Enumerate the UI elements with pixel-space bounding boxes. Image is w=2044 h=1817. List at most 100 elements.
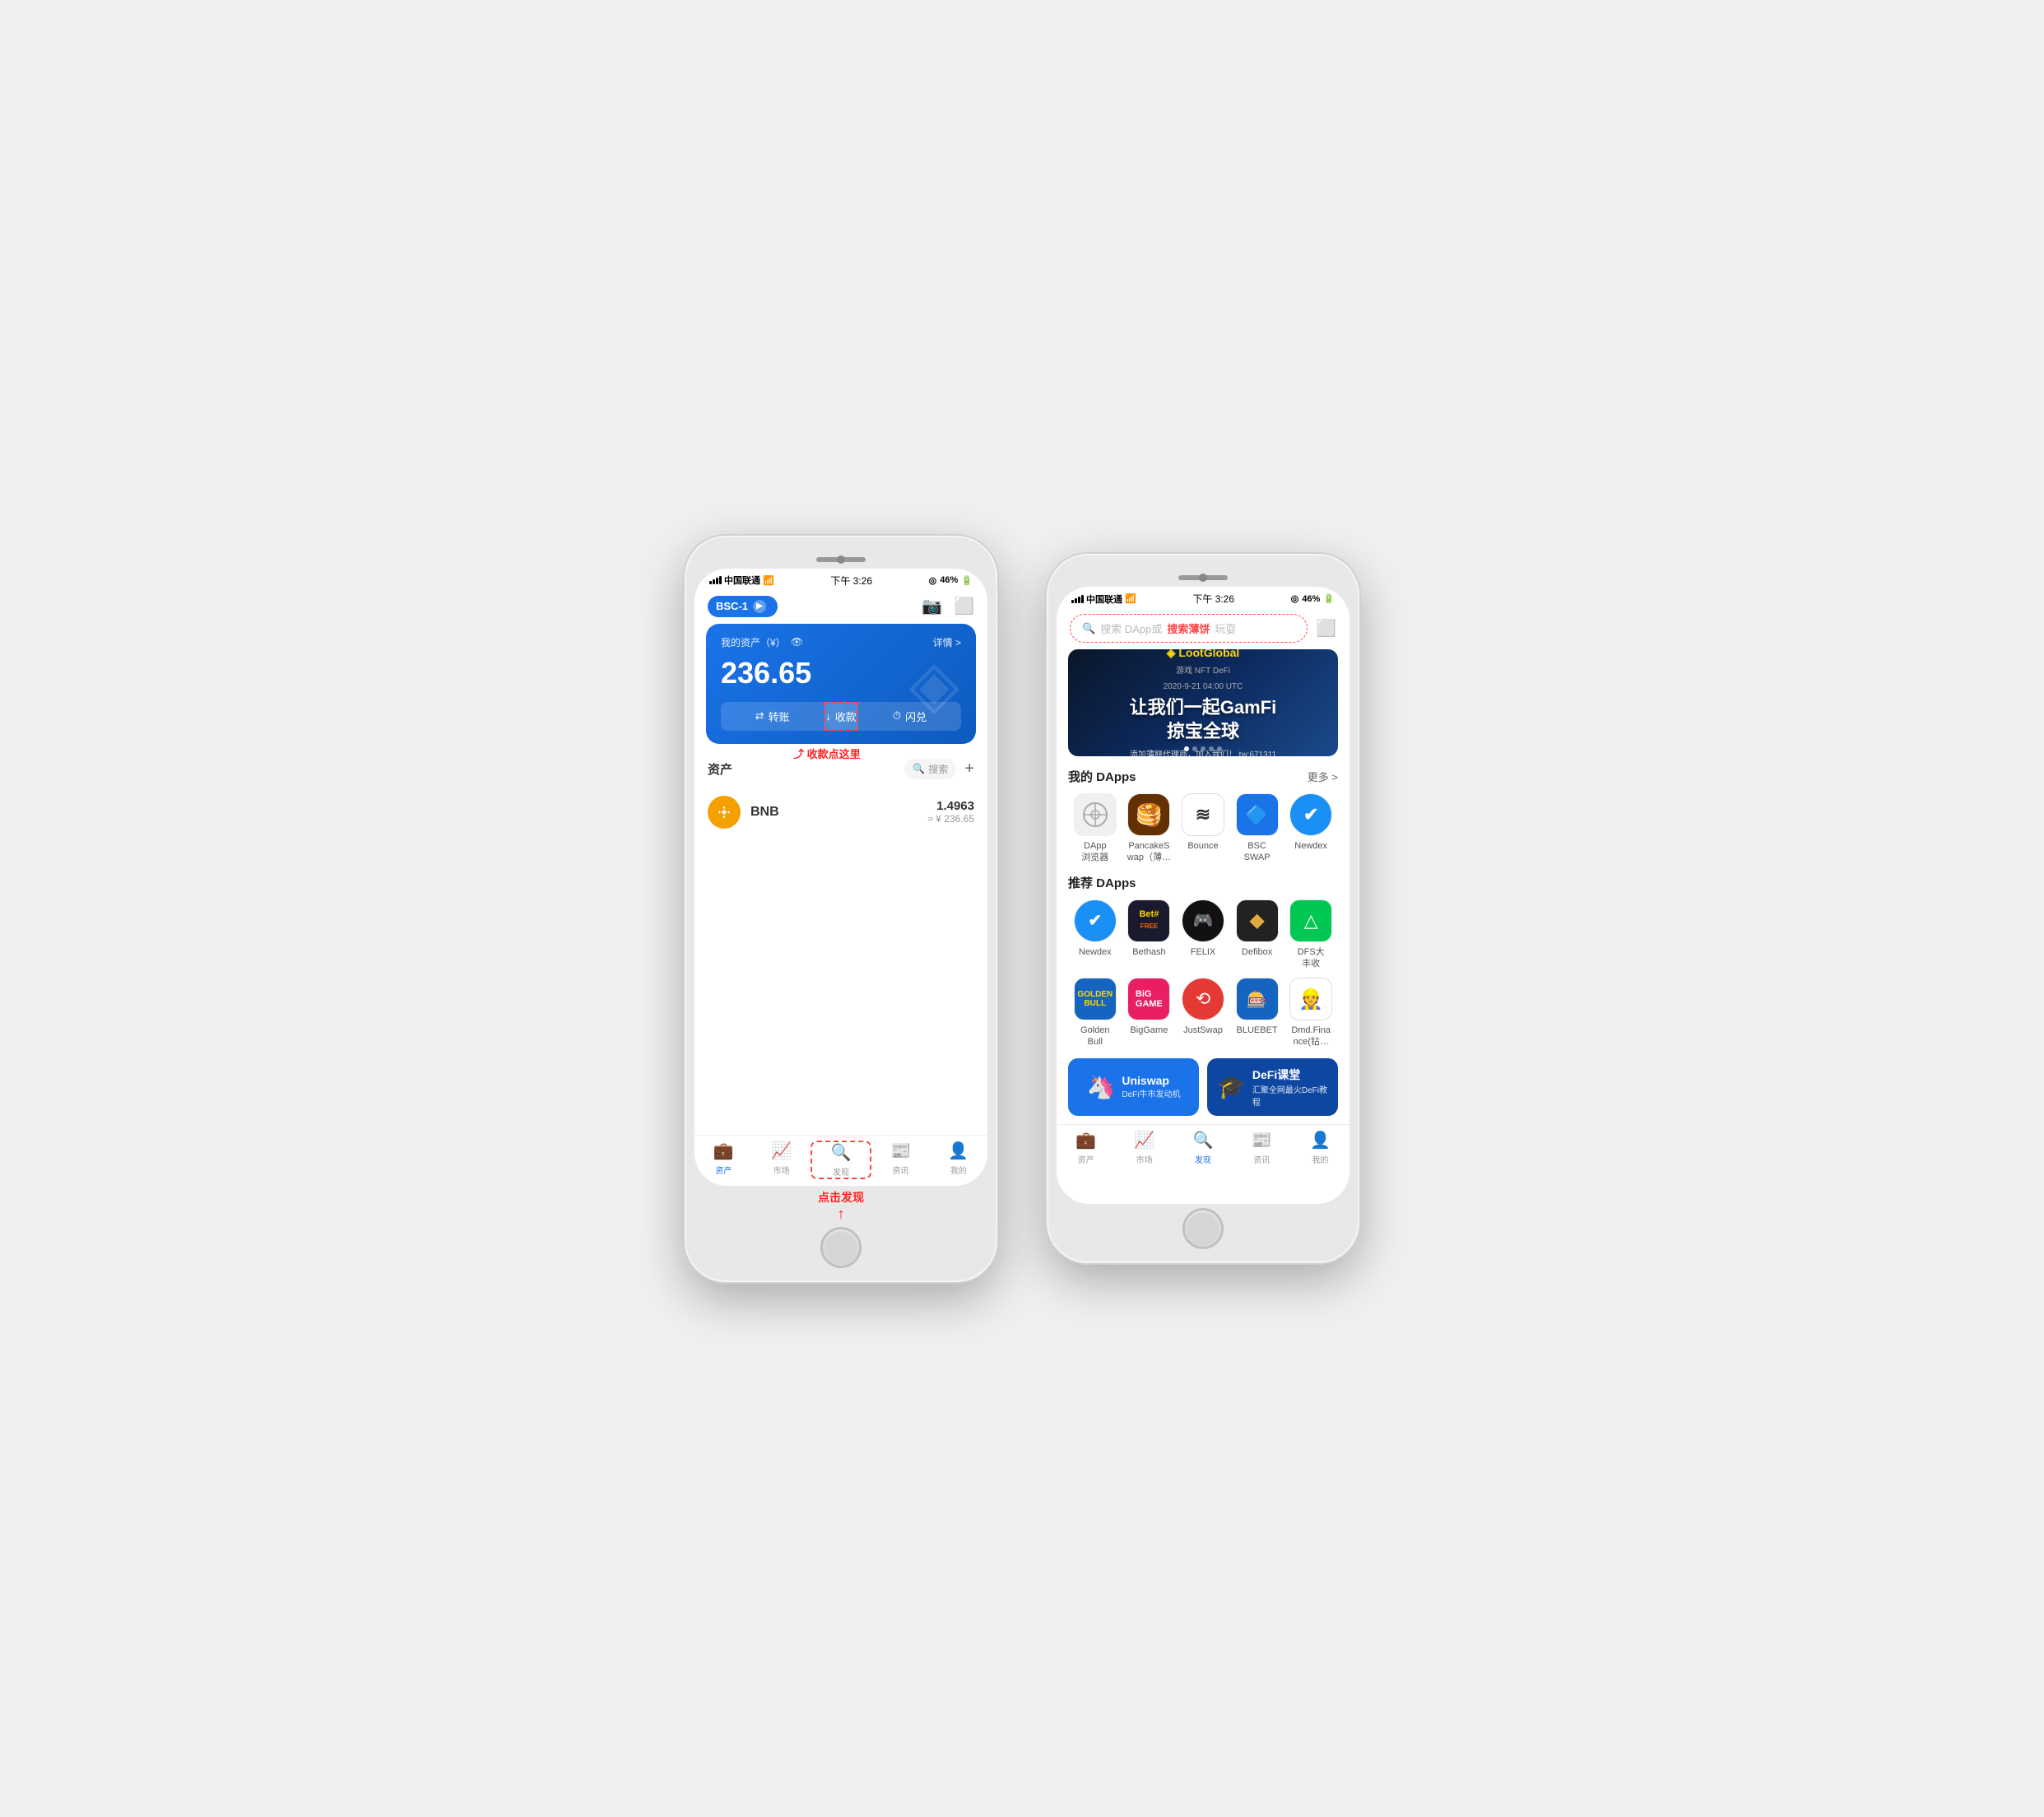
transfer-button[interactable]: ⇄ 转账: [721, 702, 824, 731]
discover-annotation: 点击发现: [818, 1191, 864, 1204]
tab-discover[interactable]: 🔍 发现: [811, 1141, 871, 1179]
rec-defibox-label: Defibox: [1242, 946, 1272, 958]
receive-label: 收款: [835, 709, 857, 724]
rec-bethash[interactable]: Bet#FREE Bethash: [1122, 899, 1175, 970]
location-icon-2: ◎: [1291, 593, 1299, 604]
tab-bar-2: 💼 资产 📈 市场 🔍 发现 📰 资讯 👤 我的: [1057, 1124, 1350, 1172]
rec-newdex[interactable]: ✔ Newdex: [1069, 899, 1122, 970]
tab2-news-label: 资讯: [1253, 1153, 1270, 1165]
home-button-2[interactable]: [1182, 1208, 1224, 1249]
dapp-bscswap[interactable]: 🔷 BSCSWAP: [1231, 793, 1284, 864]
rec-justswap[interactable]: ⟲ JustSwap: [1177, 978, 1229, 1048]
bnb-amounts: 1.4963 ≈ ¥ 236.65: [927, 799, 974, 825]
rec-biggame-icon: BiGGAME: [1127, 978, 1170, 1020]
tab-discover-icon: 🔍: [831, 1142, 852, 1163]
wifi-icon-1: 📶: [763, 575, 774, 586]
dapp-pancakeswap[interactable]: 🥞 PancakeSwap（薄…: [1122, 793, 1175, 864]
my-dapps-more[interactable]: 更多 >: [1308, 769, 1338, 784]
bsc-label: BSC-1: [716, 600, 748, 612]
assets-title: 资产: [708, 760, 732, 778]
wifi-icon-2: 📶: [1125, 593, 1136, 604]
screen-content-2: 中国联通 📶 下午 3:26 ◎ 46% 🔋 🔍 搜索 DApp或 搜索薄饼 玩…: [1057, 587, 1350, 1204]
tab2-discover-label: 发现: [1195, 1153, 1211, 1165]
rec-goldenbull[interactable]: GOLDENBULL GoldenBull: [1069, 978, 1122, 1048]
asset-bg-diamond: ◈: [908, 645, 959, 722]
receive-button[interactable]: ↓ 收款: [824, 702, 858, 731]
dapp-bounce[interactable]: ≋ Bounce: [1177, 793, 1229, 864]
tab-news-label: 资讯: [892, 1164, 908, 1176]
bsc-badge[interactable]: BSC-1 ▶: [708, 596, 778, 617]
discover-banner[interactable]: ◈ LootGlobal 游戏 NFT DeFi 2020-9-21 04:00…: [1068, 649, 1338, 756]
dapp-bounce-label: Bounce: [1187, 840, 1218, 852]
phone-2: 中国联通 📶 下午 3:26 ◎ 46% 🔋 🔍 搜索 DApp或 搜索薄饼 玩…: [1047, 554, 1359, 1263]
bnb-logo: [713, 802, 735, 823]
tab-mine-icon: 👤: [948, 1141, 969, 1161]
search-placeholder: 搜索: [928, 762, 948, 776]
rec-dfs[interactable]: △ DFS大丰收: [1284, 899, 1337, 970]
transfer-label: 转账: [769, 709, 790, 724]
tab-assets[interactable]: 💼 资产: [694, 1141, 752, 1179]
dapp-browser[interactable]: DApp浏览器: [1069, 793, 1122, 864]
phone-top-bar-2: [1057, 564, 1350, 587]
tab2-discover[interactable]: 🔍 发现: [1173, 1130, 1232, 1165]
battery-1: 46%: [940, 575, 958, 585]
tab-news[interactable]: 📰 资讯: [871, 1141, 929, 1179]
rec-bluebet-label: BLUEBET: [1237, 1025, 1278, 1036]
phone-screen-1: 中国联通 📶 下午 3:26 ◎ 46% 🔋 BSC-1 ▶ 📷: [694, 569, 987, 1186]
receive-icon: ↓: [825, 710, 831, 723]
signal-bars-2: [1071, 595, 1084, 603]
tab2-assets[interactable]: 💼 资产: [1057, 1130, 1115, 1165]
tab2-discover-icon: 🔍: [1193, 1130, 1214, 1150]
status-left-2: 中国联通 📶: [1071, 592, 1136, 606]
tab-mine[interactable]: 👤 我的: [930, 1141, 987, 1179]
battery-2: 46%: [1302, 594, 1320, 604]
tab-bar-1: 💼 资产 📈 市场 🔍 发现 📰 资讯 👤 我的: [694, 1135, 987, 1186]
rec-goldenbull-icon: GOLDENBULL: [1074, 978, 1117, 1020]
my-dapps-grid: DApp浏览器 🥞 PancakeSwap（薄… ≋ Bo: [1068, 793, 1338, 864]
scan-icon-2[interactable]: ⬜: [1316, 618, 1336, 639]
uniswap-banner[interactable]: 🦄 Uniswap DeFi牛市发动机: [1068, 1058, 1199, 1116]
eye-icon[interactable]: 👁: [791, 636, 803, 648]
rec-dmdfinance[interactable]: 👷 Dmd.Finance(钻…: [1284, 978, 1337, 1048]
rec-defibox-icon: ◆: [1236, 899, 1279, 942]
camera-lens-2: [1199, 574, 1207, 582]
tab2-mine[interactable]: 👤 我的: [1291, 1130, 1350, 1165]
tab2-market[interactable]: 📈 市场: [1115, 1130, 1173, 1165]
dapp-newdex[interactable]: ✔ Newdex: [1284, 793, 1337, 864]
tab-market[interactable]: 📈 市场: [752, 1141, 810, 1179]
screen-content-1: 中国联通 📶 下午 3:26 ◎ 46% 🔋 BSC-1 ▶ 📷: [694, 569, 987, 1186]
search-box[interactable]: 🔍 搜索: [904, 759, 956, 779]
rec-dmd-icon: 👷: [1289, 978, 1332, 1020]
tab-discover-label: 发现: [833, 1165, 849, 1178]
defi-banner[interactable]: 🎓 DeFi课堂 汇聚全网最火DeFi教程: [1207, 1058, 1338, 1116]
dapp-bscswap-label: BSCSWAP: [1244, 840, 1271, 864]
camera-icon[interactable]: 📷: [922, 596, 942, 616]
dapp-bounce-icon: ≋: [1182, 793, 1224, 836]
banner-date: 2020-9-21 04:00 UTC: [1130, 682, 1276, 691]
tab2-market-label: 市场: [1136, 1153, 1153, 1165]
tab2-market-icon: 📈: [1134, 1130, 1154, 1150]
flash-icon: ⏱: [893, 709, 901, 723]
rec-bethash-icon: Bet#FREE: [1127, 899, 1170, 942]
tab-news-icon: 📰: [890, 1141, 911, 1161]
tab-market-icon: 📈: [771, 1141, 792, 1161]
assets-section-header: 资产 🔍 搜索 +: [694, 754, 987, 786]
rec-bluebet[interactable]: 🎰 BLUEBET: [1231, 978, 1284, 1048]
my-dapps-title: 我的 DApps: [1068, 768, 1136, 785]
dapp-browser-label: DApp浏览器: [1081, 840, 1108, 864]
rec-felix[interactable]: 🎮 FELIX: [1177, 899, 1229, 970]
coin-item-bnb[interactable]: BNB 1.4963 ≈ ¥ 236.65: [694, 786, 987, 839]
tab2-news[interactable]: 📰 资讯: [1233, 1130, 1291, 1165]
bsc-arrow-icon: ▶: [753, 600, 766, 613]
tab-assets-label: 资产: [715, 1164, 732, 1176]
scan-icon[interactable]: ⬜: [954, 596, 974, 616]
add-asset-button[interactable]: +: [964, 760, 974, 778]
rec-dfs-icon: △: [1289, 899, 1332, 942]
search-bar[interactable]: 🔍 搜索 DApp或 搜索薄饼 玩耍: [1070, 614, 1308, 643]
rec-dfs-label: DFS大丰收: [1298, 946, 1325, 970]
rec-defibox[interactable]: ◆ Defibox: [1231, 899, 1284, 970]
rec-justswap-icon: ⟲: [1182, 978, 1224, 1020]
rec-biggame[interactable]: BiGGAME BigGame: [1122, 978, 1175, 1048]
home-button-1[interactable]: [820, 1227, 862, 1268]
search-suffix: 玩耍: [1215, 620, 1236, 636]
